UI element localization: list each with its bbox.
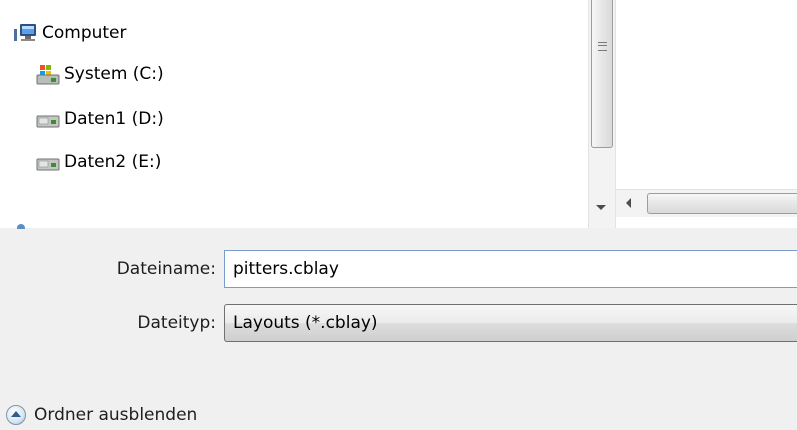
filetype-select[interactable]: Layouts (*.cblay) [224, 304, 797, 342]
tree-item-daten2[interactable]: Daten2 (E:) [36, 147, 161, 177]
tree-item-system-drive[interactable]: System (C:) [36, 59, 164, 89]
filetype-label: Dateityp: [137, 313, 216, 333]
tree-item-daten1[interactable]: Daten1 (D:) [36, 104, 164, 134]
filename-input[interactable]: pitters.cblay [224, 250, 797, 288]
horizontal-scrollbar[interactable] [616, 189, 797, 217]
scroll-left-arrow-icon[interactable] [626, 198, 631, 208]
tree-item-computer[interactable]: Computer [14, 18, 127, 48]
grip-icon [598, 42, 607, 51]
drive-icon [36, 109, 60, 129]
hide-folders-label: Ordner ausblenden [34, 405, 198, 425]
tree-item-label: Daten1 (D:) [64, 109, 164, 129]
vertical-scrollbar[interactable] [588, 0, 616, 228]
tree-item-label: Daten2 (E:) [64, 152, 162, 172]
filename-label: Dateiname: [116, 259, 216, 279]
horizontal-scroll-thumb[interactable] [647, 193, 797, 214]
drive-icon [36, 152, 60, 172]
tree-item-label: System (C:) [64, 64, 164, 84]
hide-folders-button[interactable]: Ordner ausblenden [6, 402, 197, 428]
navigation-tree: Computer System (C:) Daten1 (D:) Daten2 … [0, 0, 797, 228]
system-drive-icon [36, 64, 60, 85]
partial-icon [17, 224, 25, 229]
computer-icon [14, 23, 36, 43]
tree-item-label: Computer [42, 23, 127, 43]
collapse-arrow-icon [6, 405, 26, 425]
scroll-down-arrow-icon[interactable] [596, 205, 606, 210]
vertical-scroll-thumb[interactable] [591, 0, 613, 148]
